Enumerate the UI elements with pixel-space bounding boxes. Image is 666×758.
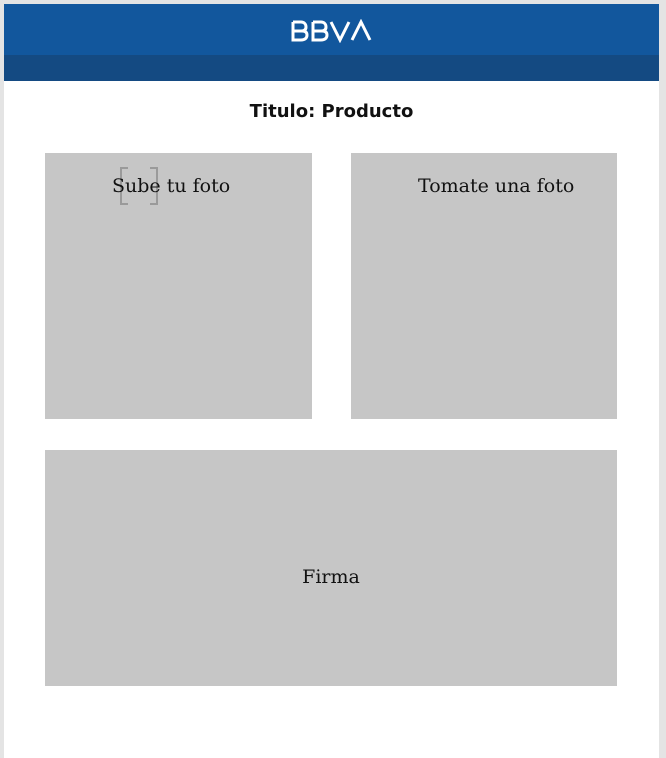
page-title: Titulo: Producto — [249, 101, 414, 122]
signature-pad[interactable]: Firma — [45, 450, 617, 686]
upload-photo-card[interactable]: Sube tu foto — [45, 153, 312, 419]
bbva-logo-icon — [291, 19, 372, 43]
app-frame: Titulo: Producto Sube tu foto Tomate una… — [4, 4, 659, 758]
top-header — [4, 4, 659, 55]
signature-label: Firma — [302, 566, 360, 588]
take-photo-label: Tomate una foto — [418, 175, 575, 197]
header-subbar — [4, 55, 659, 81]
take-photo-card[interactable]: Tomate una foto — [351, 153, 617, 419]
upload-photo-label: Sube tu foto — [112, 175, 231, 197]
